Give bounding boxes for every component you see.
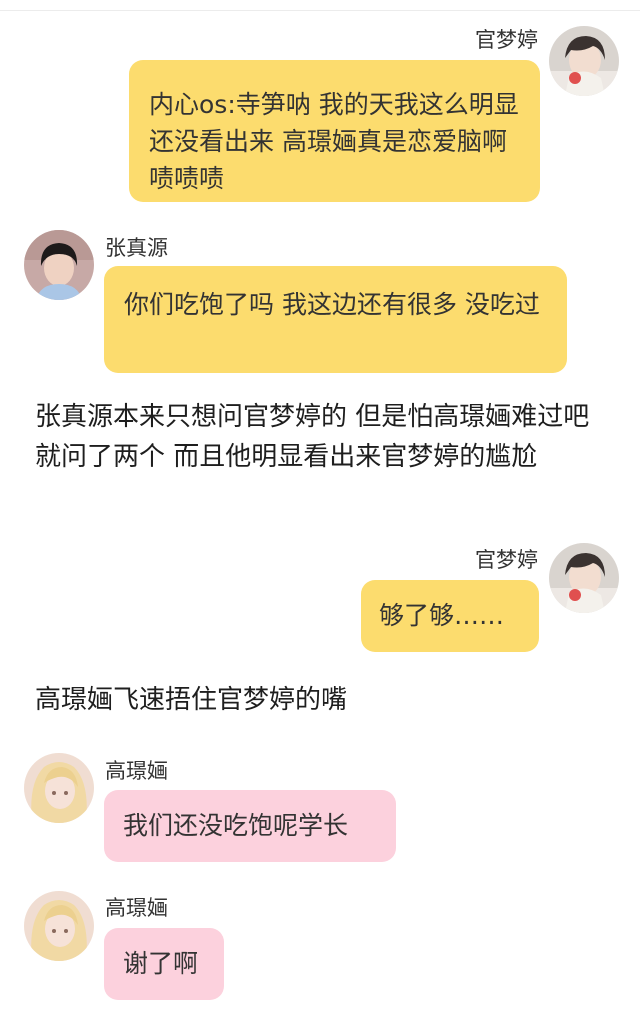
avatar-gao-icon[interactable]: [24, 753, 94, 823]
narration-text: 张真源本来只想问官梦婷的 但是怕高璟婳难过吧 就问了两个 而且他明显看出来官梦婷…: [35, 402, 590, 472]
narration-text: 高璟婳飞速捂住官梦婷的嘴: [35, 685, 348, 715]
sender-name: 官梦婷: [475, 28, 538, 52]
message-text: 我们还没吃饱呢学长: [123, 811, 349, 840]
message-text: 够了够……: [379, 601, 505, 630]
message-bubble[interactable]: 你们吃饱了吗 我这边还有很多 没吃过: [104, 266, 567, 373]
message-bubble[interactable]: 内心os:寺笋呐 我的天我这么明显还没看出来 高璟婳真是恋爱脑啊啧啧啧: [129, 60, 540, 202]
sender-name: 张真源: [105, 236, 168, 260]
message-text: 你们吃饱了吗 我这边还有很多 没吃过: [124, 290, 540, 319]
avatar-guan-icon[interactable]: [549, 26, 619, 96]
message-bubble[interactable]: 谢了啊: [104, 928, 224, 1000]
message-text: 谢了啊: [123, 949, 199, 978]
avatar-zhang-icon[interactable]: [24, 230, 94, 300]
avatar-guan-icon[interactable]: [549, 543, 619, 613]
sender-name: 高璟婳: [105, 896, 168, 920]
top-divider: [0, 10, 640, 11]
avatar-gao-icon[interactable]: [24, 891, 94, 961]
message-bubble[interactable]: 我们还没吃饱呢学长: [104, 790, 396, 862]
sender-name: 高璟婳: [105, 759, 168, 783]
message-bubble[interactable]: 够了够……: [361, 580, 539, 652]
message-text: 内心os:寺笋呐 我的天我这么明显还没看出来 高璟婳真是恋爱脑啊啧啧啧: [149, 90, 519, 193]
sender-name: 官梦婷: [475, 548, 538, 572]
